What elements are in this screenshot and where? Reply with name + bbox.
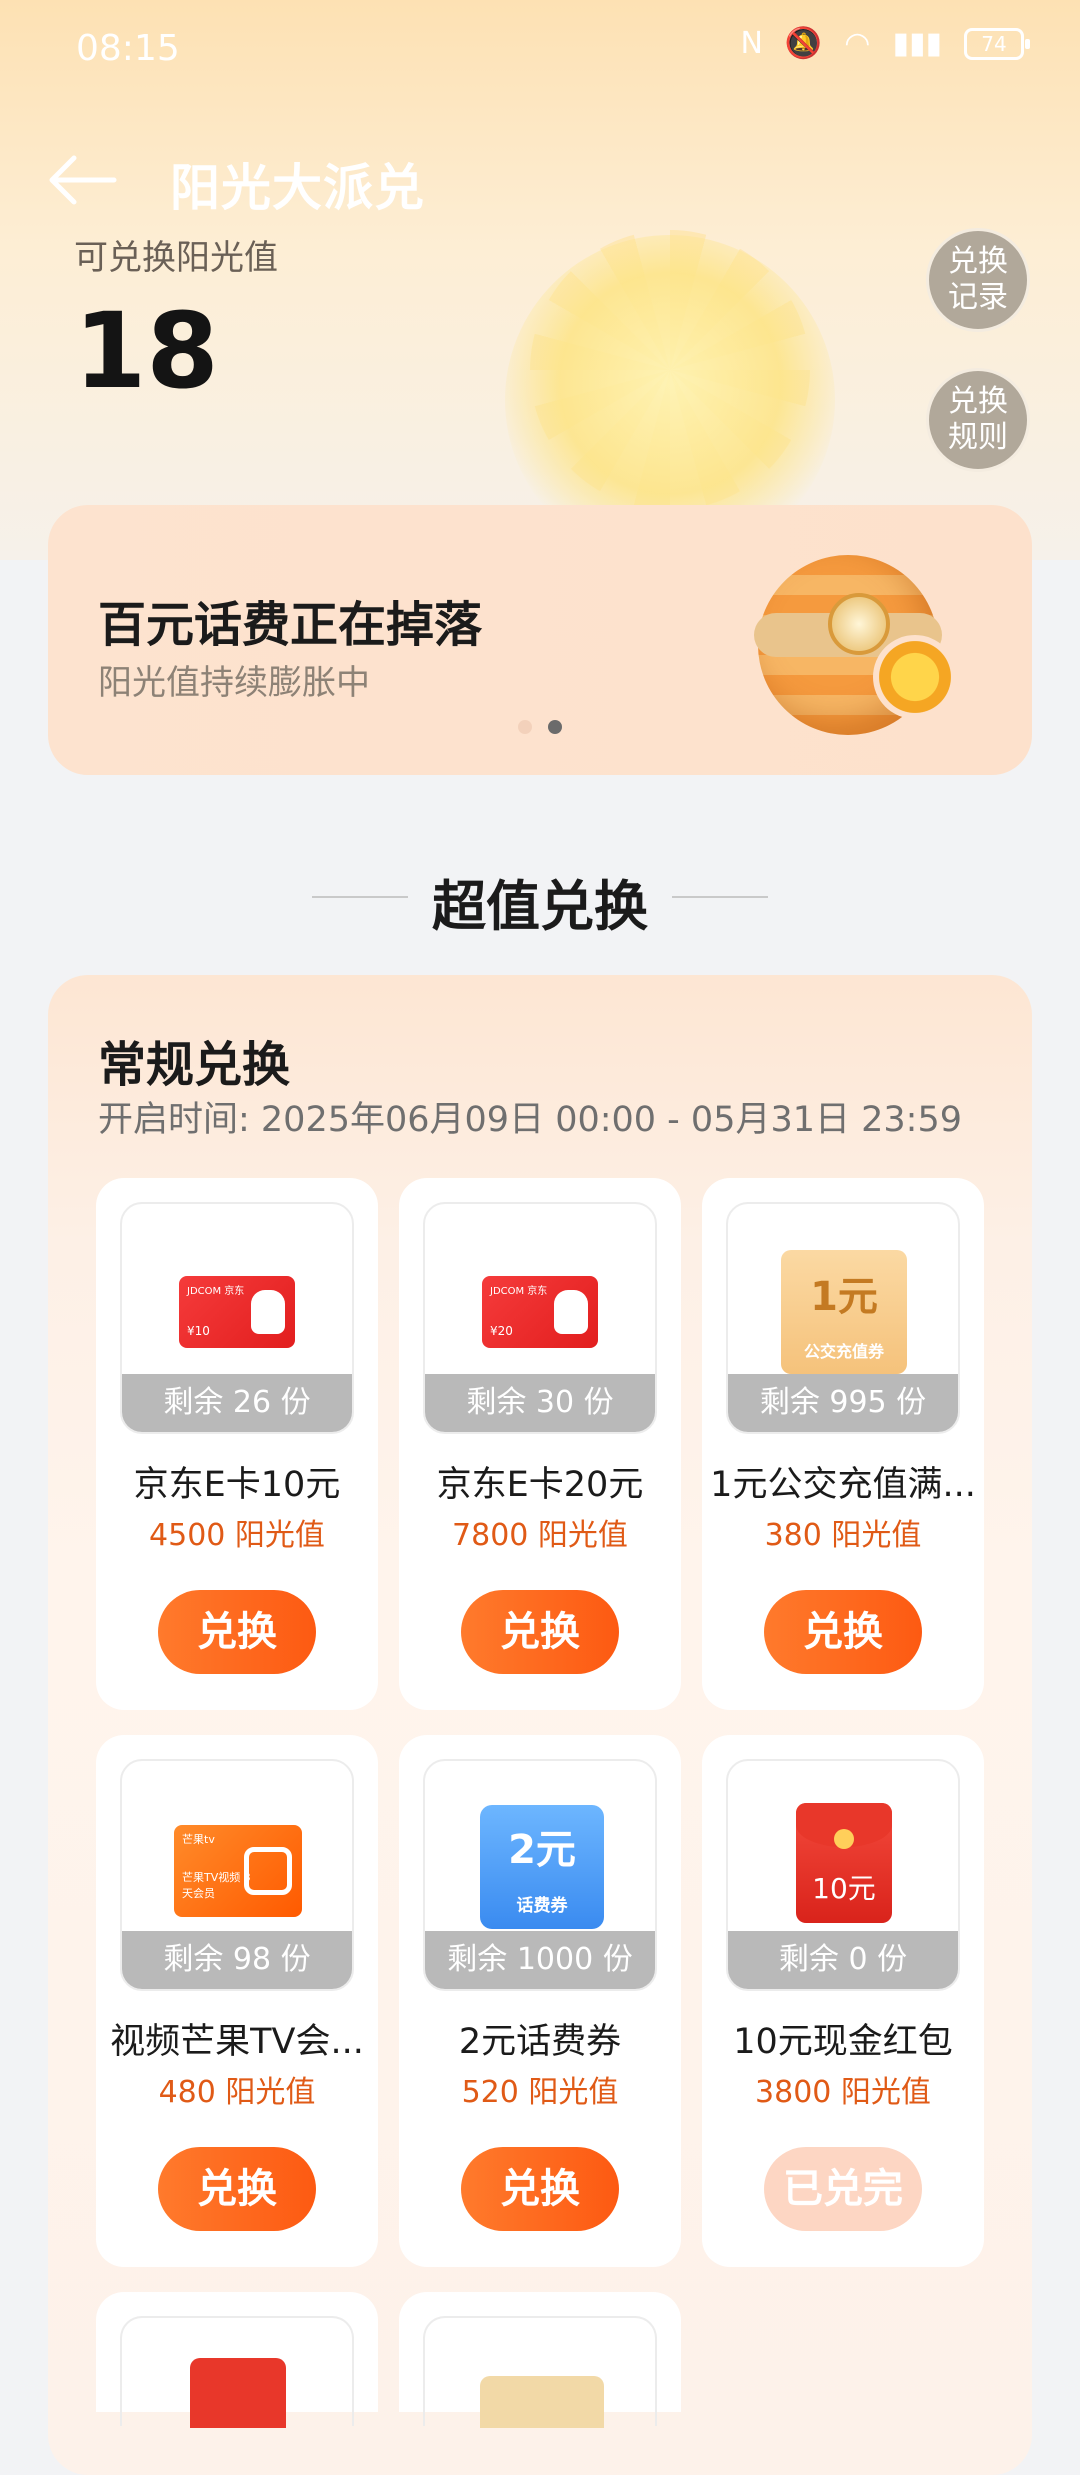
product-price: 7800 阳光值 — [452, 1518, 628, 1553]
nfc-icon: N — [740, 26, 763, 61]
thumb-label: 芒果TV视频 3天会员 — [182, 1871, 251, 1900]
thumb-brand: JDCOM 京东 — [187, 1286, 245, 1297]
mango-tv-image: 芒果tv 芒果TV视频 3天会员 — [174, 1825, 302, 1917]
product-item[interactable]: JDCOM 京东 ¥20 剩余 30 份 京东E卡20元 7800 阳光值 兑换 — [399, 1178, 681, 1710]
mango-logo-icon — [244, 1847, 292, 1895]
jd-card-image: JDCOM 京东 ¥20 — [482, 1276, 598, 1348]
product-name: 1元公交充值满... — [710, 1465, 976, 1505]
jd-card-image: JDCOM 京东 ¥10 — [179, 1276, 295, 1348]
product-image: JDCOM 京东 ¥10 剩余 26 份 — [120, 1202, 354, 1434]
product-item[interactable]: 芒果tv 芒果TV视频 3天会员 剩余 98 份 视频芒果TV会... 480 … — [96, 1735, 378, 2267]
product-name: 2元话费券 — [458, 2022, 622, 2062]
regular-exchange-card: 常规兑换 开启时间: 2025年06月09日 00:00 - 05月31日 23… — [48, 975, 1032, 2475]
thumb-label: 公交充值券 — [803, 1342, 884, 1361]
status-time: 08:15 — [76, 28, 180, 69]
product-name: 10元现金红包 — [733, 2022, 953, 2062]
stock-label: 剩余 30 份 — [425, 1374, 655, 1432]
wifi-icon: ◠ — [844, 26, 871, 61]
product-image: 2元 话费券 剩余 1000 份 — [423, 1759, 657, 1991]
banner-subtitle: 阳光值持续膨胀中 — [98, 663, 370, 703]
battery-icon: 74 — [964, 27, 1030, 60]
red-packet-image — [190, 2358, 286, 2428]
exchange-button[interactable]: 兑换 — [158, 1590, 316, 1674]
signal-icon: ▮▮▮ — [892, 26, 942, 61]
thumb-brand: 芒果tv — [182, 1833, 215, 1846]
gift-ball-gem — [828, 593, 890, 655]
product-price: 480 阳光值 — [158, 2075, 316, 2110]
red-packet-seal-icon — [834, 1829, 854, 1849]
product-image: JDCOM 京东 ¥20 剩余 30 份 — [423, 1202, 657, 1434]
product-image — [423, 2316, 657, 2428]
bus-coupon-image: 1元 公交充值券 — [781, 1250, 907, 1374]
card-title: 常规兑换 — [98, 1037, 291, 1093]
product-name: 京东E卡20元 — [436, 1465, 644, 1505]
stock-label: 剩余 0 份 — [728, 1931, 958, 1989]
open-time: 开启时间: 2025年06月09日 00:00 - 05月31日 23:59 — [98, 1100, 962, 1140]
product-image — [120, 2316, 354, 2428]
back-button[interactable] — [48, 150, 118, 210]
arrow-left-icon — [49, 155, 117, 205]
thumb-value: 1元 — [810, 1274, 878, 1320]
banner-title: 百元话费正在掉落 — [98, 597, 483, 653]
product-price: 3800 阳光值 — [755, 2075, 931, 2110]
product-image: 10元 剩余 0 份 — [726, 1759, 960, 1991]
product-item[interactable]: 2元 话费券 剩余 1000 份 2元话费券 520 阳光值 兑换 — [399, 1735, 681, 2267]
stock-label: 剩余 1000 份 — [425, 1931, 655, 1989]
section-divider-right — [672, 896, 768, 898]
records-label-line1: 兑换 — [948, 244, 1008, 279]
product-item[interactable]: JDCOM 京东 ¥10 剩余 26 份 京东E卡10元 4500 阳光值 兑换 — [96, 1178, 378, 1710]
sun-badge-icon — [873, 635, 957, 719]
rules-label-line2: 规则 — [948, 420, 1008, 455]
product-item[interactable] — [96, 2292, 378, 2428]
thumb-value: ¥10 — [187, 1324, 210, 1338]
red-packet-image: 10元 — [796, 1803, 892, 1923]
stock-label: 剩余 98 份 — [122, 1931, 352, 1989]
phone-voucher-image: 2元 话费券 — [480, 1805, 604, 1929]
exchange-rules-button[interactable]: 兑换 规则 — [926, 368, 1030, 472]
thumb-value: 2元 — [508, 1827, 576, 1873]
status-bar: 08:15 N 🔕 ◠ ▮▮▮ 74 — [0, 0, 1080, 100]
promo-banner[interactable]: 百元话费正在掉落 阳光值持续膨胀中 — [48, 505, 1032, 775]
records-label-line2: 记录 — [948, 280, 1008, 315]
mute-icon: 🔕 — [784, 26, 823, 61]
section-title: 超值兑换 — [432, 875, 648, 938]
balance-label: 可兑换阳光值 — [74, 238, 278, 278]
status-icons: N 🔕 ◠ ▮▮▮ 74 — [740, 26, 1030, 61]
product-item[interactable] — [399, 2292, 681, 2428]
thumb-value: 10元 — [812, 1872, 876, 1905]
exchange-button[interactable]: 兑换 — [158, 2147, 316, 2231]
thumb-brand: JDCOM 京东 — [490, 1286, 548, 1297]
product-name: 京东E卡10元 — [133, 1465, 341, 1505]
product-item[interactable]: 1元 公交充值券 剩余 995 份 1元公交充值满... 380 阳光值 兑换 — [702, 1178, 984, 1710]
rules-label-line1: 兑换 — [948, 384, 1008, 419]
stock-label: 剩余 26 份 — [122, 1374, 352, 1432]
product-name: 视频芒果TV会... — [110, 2022, 364, 2062]
product-price: 380 阳光值 — [764, 1518, 922, 1553]
product-price: 4500 阳光值 — [149, 1518, 325, 1553]
sold-out-button: 已兑完 — [764, 2147, 922, 2231]
page-title: 阳光大派兑 — [170, 159, 425, 217]
thumb-label: 话费券 — [516, 1896, 568, 1916]
thumb-value: ¥20 — [490, 1324, 513, 1338]
product-item[interactable]: 10元 剩余 0 份 10元现金红包 3800 阳光值 已兑完 — [702, 1735, 984, 2267]
exchange-records-button[interactable]: 兑换 记录 — [926, 228, 1030, 332]
jd-dog-icon — [251, 1290, 285, 1334]
product-image: 芒果tv 芒果TV视频 3天会员 剩余 98 份 — [120, 1759, 354, 1991]
balance-value: 18 — [74, 290, 219, 412]
product-price: 520 阳光值 — [461, 2075, 619, 2110]
exchange-button[interactable]: 兑换 — [461, 1590, 619, 1674]
stock-label: 剩余 995 份 — [728, 1374, 958, 1432]
carousel-dot-active[interactable] — [548, 720, 562, 734]
product-image: 1元 公交充值券 剩余 995 份 — [726, 1202, 960, 1434]
coupon-image — [480, 2376, 604, 2428]
exchange-button[interactable]: 兑换 — [461, 2147, 619, 2231]
carousel-dot[interactable] — [518, 720, 532, 734]
exchange-button[interactable]: 兑换 — [764, 1590, 922, 1674]
jd-dog-icon — [554, 1290, 588, 1334]
